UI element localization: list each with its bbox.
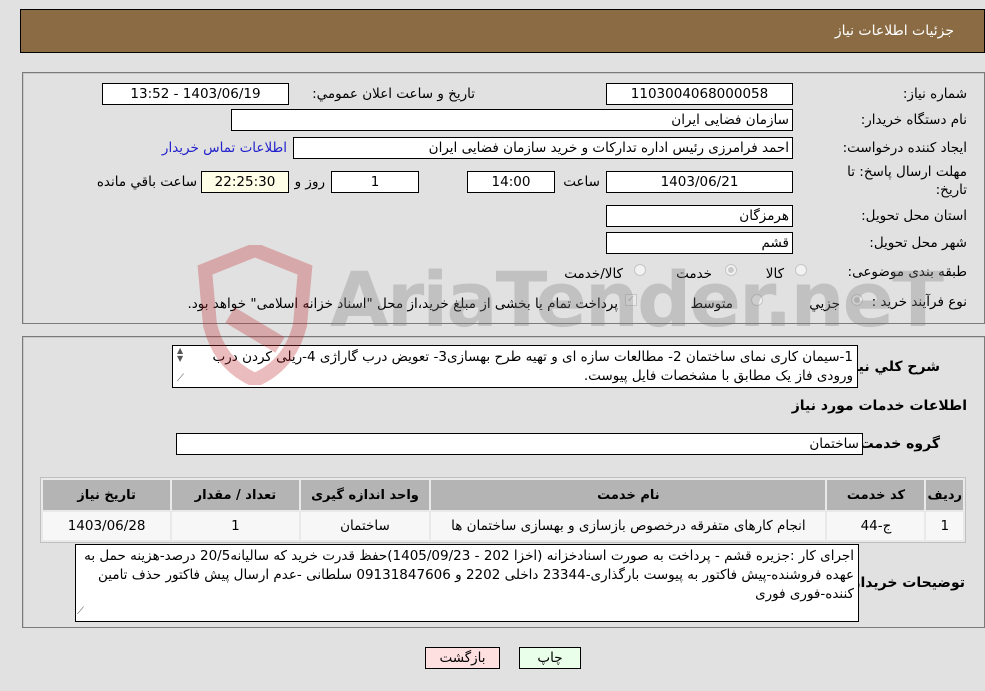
deadline-label-2: تاریخ: — [935, 182, 967, 198]
category-option-goods-service: کالا/خدمت — [564, 266, 623, 282]
deadline-label: مهلت ارسال پاسخ: تا — [847, 164, 967, 180]
city-label: شهر محل تحویل: — [869, 235, 967, 251]
cell-unit: ساختمان — [300, 512, 430, 540]
scroll-arrows-icon[interactable]: ▲ ▼ — [177, 347, 183, 363]
days-label: روز و — [294, 174, 325, 190]
category-radio-goods[interactable] — [795, 264, 807, 276]
remaining-time-field: 22:25:30 — [201, 171, 289, 193]
category-radio-goods-service[interactable] — [634, 264, 646, 276]
buyer-notes-text: اجرای کار :جزیره قشم - پرداخت به صورت اس… — [84, 548, 854, 602]
purchase-type-option-minor: جزيي — [809, 296, 840, 312]
col-service-name: نام خدمت — [431, 480, 826, 510]
need-number-label: شماره نیاز: — [902, 86, 967, 102]
services-section-title: اطلاعات خدمات مورد نياز — [791, 398, 967, 414]
buyer-org-field: سازمان فضایی ایران — [231, 109, 793, 131]
table-header-row: رديف کد خدمت نام خدمت واحد اندازه گیری ت… — [43, 480, 963, 510]
cell-need-date: 1403/06/28 — [43, 512, 171, 540]
category-option-service: خدمت — [676, 266, 712, 282]
buyer-notes-textarea[interactable]: اجرای کار :جزیره قشم - پرداخت به صورت اس… — [75, 544, 859, 622]
services-table: رديف کد خدمت نام خدمت واحد اندازه گیری ت… — [40, 477, 966, 543]
service-group-field: ساختمان — [176, 433, 863, 455]
purchase-type-label: نوع فرآیند خرید : — [871, 294, 967, 310]
announce-datetime-label: تاریخ و ساعت اعلان عمومي: — [312, 86, 475, 102]
cell-service-name: انجام کارهای متفرقه درخصوص بازسازی و بهس… — [431, 512, 826, 540]
col-unit: واحد اندازه گیری — [300, 480, 430, 510]
resize-handle-icon[interactable]: ⟋ — [77, 606, 84, 617]
requester-label: ایجاد کننده درخواست: — [842, 140, 967, 156]
page-title: جزئیات اطلاعات نیاز — [834, 23, 954, 39]
back-button[interactable]: بازگشت — [425, 647, 500, 669]
col-quantity: تعداد / مقدار — [172, 480, 299, 510]
buyer-contact-link[interactable]: اطلاعات تماس خريدار — [162, 140, 287, 156]
table-row: 1 ج-44 انجام کارهای متفرقه درخصوص بازساز… — [43, 512, 963, 540]
description-text: 1-سیمان کاری نمای ساختمان 2- مطالعات ساز… — [212, 349, 853, 384]
category-label: طبقه بندی موضوعی: — [847, 264, 967, 280]
province-label: استان محل تحویل: — [861, 208, 967, 224]
buyer-notes-label: توضيحات خريدار: — [846, 575, 965, 591]
province-field: هرمزگان — [606, 205, 793, 227]
deadline-time-label: ساعت — [563, 174, 600, 190]
resize-handle-icon[interactable]: ⟋ — [177, 373, 184, 384]
purchase-type-radio-minor[interactable] — [851, 294, 863, 306]
cell-quantity: 1 — [172, 512, 299, 540]
col-need-date: تاريخ نياز — [43, 480, 171, 510]
deadline-time-field: 14:00 — [467, 171, 555, 193]
col-row: رديف — [926, 480, 963, 510]
cell-service-code: ج-44 — [827, 512, 925, 540]
purchase-type-option-medium: متوسط — [690, 296, 733, 312]
buyer-org-label: نام دستگاه خريدار: — [860, 112, 967, 128]
page-header: جزئیات اطلاعات نیاز — [20, 9, 985, 53]
col-service-code: کد خدمت — [827, 480, 925, 510]
print-button[interactable]: چاپ — [519, 647, 581, 669]
treasury-checkbox-label: پرداخت تمام يا بخشی از مبلغ خرید،از محل … — [187, 296, 618, 312]
service-group-label: گروه خدمت: — [854, 436, 940, 452]
treasury-checkbox[interactable]: ✓ — [625, 294, 637, 306]
category-option-goods: کالا — [765, 266, 784, 282]
description-textarea[interactable]: 1-سیمان کاری نمای ساختمان 2- مطالعات ساز… — [172, 345, 858, 388]
cell-row: 1 — [926, 512, 963, 540]
deadline-date-field: 1403/06/21 — [606, 171, 793, 193]
announce-datetime-field: 1403/06/19 - 13:52 — [102, 83, 289, 105]
city-field: قشم — [606, 232, 793, 254]
category-radio-service[interactable] — [725, 264, 737, 276]
remaining-label: ساعت باقي مانده — [96, 174, 197, 190]
requester-field: احمد فرامرزی رئیس اداره تدارکات و خرید س… — [293, 137, 793, 159]
purchase-type-radio-medium[interactable] — [751, 294, 763, 306]
need-number-field: 1103004068000058 — [606, 83, 793, 105]
remaining-days-field: 1 — [331, 171, 419, 193]
